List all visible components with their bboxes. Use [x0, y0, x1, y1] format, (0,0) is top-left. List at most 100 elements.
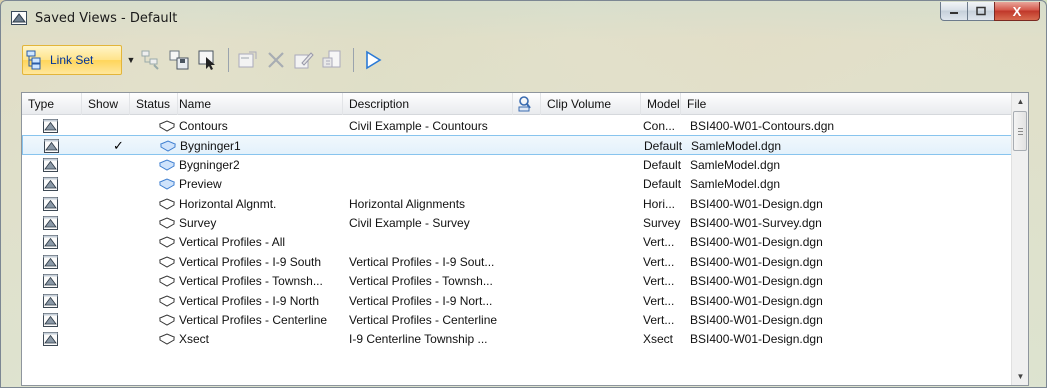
- saved-view-icon: [159, 256, 175, 268]
- link-set-dropdown[interactable]: ▼: [124, 45, 138, 75]
- chevron-down-icon: ▼: [126, 55, 136, 65]
- row-file: BSI400-W01-Design.dgn: [690, 332, 823, 347]
- delete-button[interactable]: [263, 46, 289, 74]
- table-header: Type Show Status Name Description Clip V…: [22, 93, 1012, 115]
- column-header-show[interactable]: Show: [82, 93, 130, 115]
- row-name: Horizontal Algnmt.: [179, 196, 277, 211]
- saved-view-type-icon: [43, 293, 58, 308]
- table-row[interactable]: ✓ Bygninger1 Default SamleModel.dgn: [22, 135, 1012, 156]
- clip-mask-icon: [518, 96, 531, 112]
- column-header-name[interactable]: Name: [173, 93, 343, 115]
- saved-view-type-icon: [43, 235, 58, 250]
- select-view-icon: [198, 50, 215, 70]
- saved-view-icon: [159, 295, 175, 307]
- table-row[interactable]: Vertical Profiles - Townsh... Vertical Pr…: [22, 271, 1012, 291]
- link-tree-button[interactable]: [138, 46, 164, 74]
- table-row[interactable]: Contours Civil Example - Countours Con... B…: [22, 116, 1012, 136]
- apply-button[interactable]: [360, 46, 386, 74]
- close-icon: X: [1012, 3, 1022, 19]
- row-description: Vertical Profiles - I-9 Sout...: [349, 254, 495, 269]
- scroll-down-button[interactable]: ▼: [1012, 368, 1028, 385]
- table-row[interactable]: Survey Civil Example - Survey Survey BSI400…: [22, 213, 1012, 233]
- import-button[interactable]: [319, 46, 345, 74]
- column-header-clip-icon[interactable]: [513, 93, 541, 115]
- row-name: Vertical Profiles - Centerline: [179, 313, 328, 327]
- row-description: Vertical Profiles - I-9 Nort...: [349, 293, 493, 308]
- column-header-type[interactable]: Type: [22, 93, 82, 115]
- table-row[interactable]: Vertical Profiles - I-9 North Vertical Pr…: [22, 291, 1012, 311]
- saved-views-table: Type Show Status Name Description Clip V…: [21, 92, 1029, 386]
- row-name: Xsect: [179, 332, 210, 347]
- row-description: Civil Example - Survey: [349, 216, 470, 230]
- row-file: BSI400-W01-Design.dgn: [690, 254, 823, 269]
- table-row[interactable]: Vertical Profiles - I-9 South Vertical Pr…: [22, 252, 1012, 272]
- row-file: BSI400-W01-Design.dgn: [690, 313, 823, 327]
- table-row[interactable]: Bygninger2 Default SamleModel.dgn: [22, 155, 1012, 175]
- column-header-file[interactable]: File: [681, 93, 1012, 115]
- saved-view-icon: [159, 217, 175, 229]
- vertical-scrollbar[interactable]: ▲ ▼: [1011, 93, 1028, 385]
- saved-view-icon: [159, 198, 175, 210]
- toolbar-separator: [228, 48, 229, 72]
- table-row[interactable]: Preview Default SamleModel.dgn: [22, 174, 1012, 194]
- row-model: Default: [643, 177, 682, 192]
- row-model: Xsect: [643, 332, 674, 347]
- row-description: [349, 174, 513, 194]
- saved-view-type-icon: [43, 119, 58, 133]
- link-set-button[interactable]: Link Set: [22, 45, 122, 75]
- saved-view-type-icon: [44, 139, 59, 154]
- saved-views-window: Saved Views - Default X Link Set ▼ Type …: [0, 0, 1047, 388]
- row-description: [349, 155, 513, 175]
- minimize-icon: [950, 12, 958, 14]
- scroll-thumb[interactable]: [1013, 111, 1027, 151]
- saved-view-type-icon: [43, 196, 58, 211]
- title-bar[interactable]: Saved Views - Default X: [1, 1, 1046, 35]
- row-file: SamleModel.dgn: [690, 157, 781, 172]
- minimize-button[interactable]: [940, 2, 967, 21]
- column-header-description[interactable]: Description: [343, 93, 513, 115]
- saved-view-type-icon: [43, 177, 58, 192]
- row-name: Vertical Profiles - All: [179, 235, 286, 250]
- link-tree-icon: [141, 50, 159, 70]
- window-controls: X: [940, 2, 1040, 22]
- row-name: Survey: [179, 216, 217, 230]
- row-file: BSI400-W01-Design.dgn: [690, 196, 823, 211]
- saved-view-type-icon: [43, 254, 58, 269]
- show-checkmark[interactable]: ✓: [113, 136, 124, 156]
- row-model: Vert...: [643, 235, 675, 250]
- scroll-up-button[interactable]: ▲: [1012, 93, 1028, 110]
- row-model: Default: [643, 157, 682, 172]
- save-view-button[interactable]: [166, 46, 192, 74]
- row-description: Vertical Profiles - Centerline: [349, 313, 498, 327]
- chevron-up-icon: ▲: [1016, 97, 1025, 106]
- maximize-icon: [976, 6, 986, 16]
- toolbar: Link Set ▼: [22, 45, 388, 75]
- table-row[interactable]: Xsect I-9 Centerline Township ... Xsect BSI…: [22, 329, 1012, 349]
- column-header-status[interactable]: Status: [130, 93, 178, 115]
- delete-icon: [268, 52, 284, 68]
- row-model: Vert...: [643, 293, 675, 308]
- grip-icon: [1018, 128, 1023, 135]
- row-name: Vertical Profiles - Townsh...: [179, 274, 323, 289]
- table-row[interactable]: Vertical Profiles - All Vert... BSI400-W01…: [22, 232, 1012, 252]
- saved-view-type-icon: [43, 216, 58, 230]
- properties-button[interactable]: [235, 46, 261, 74]
- row-file: SamleModel.dgn: [690, 177, 781, 192]
- select-view-button[interactable]: [194, 46, 220, 74]
- table-row[interactable]: Horizontal Algnmt. Horizontal Alignments H…: [22, 194, 1012, 214]
- link-set-label: Link Set: [50, 53, 94, 67]
- column-header-clip-volume[interactable]: Clip Volume: [541, 93, 641, 115]
- table-row[interactable]: Vertical Profiles - Centerline Vertical P…: [22, 310, 1012, 330]
- row-description: [350, 136, 514, 156]
- edit-button[interactable]: [291, 46, 317, 74]
- maximize-button[interactable]: [967, 2, 994, 21]
- close-button[interactable]: X: [994, 2, 1040, 21]
- row-description: [349, 232, 513, 252]
- row-name: Bygninger2: [179, 157, 240, 172]
- saved-view-icon: [159, 236, 175, 248]
- import-icon: [322, 50, 341, 68]
- row-file: BSI400-W01-Design.dgn: [690, 235, 823, 250]
- row-model: Vert...: [643, 274, 675, 289]
- saved-view-type-icon: [43, 274, 58, 289]
- column-header-model[interactable]: Model: [641, 93, 681, 115]
